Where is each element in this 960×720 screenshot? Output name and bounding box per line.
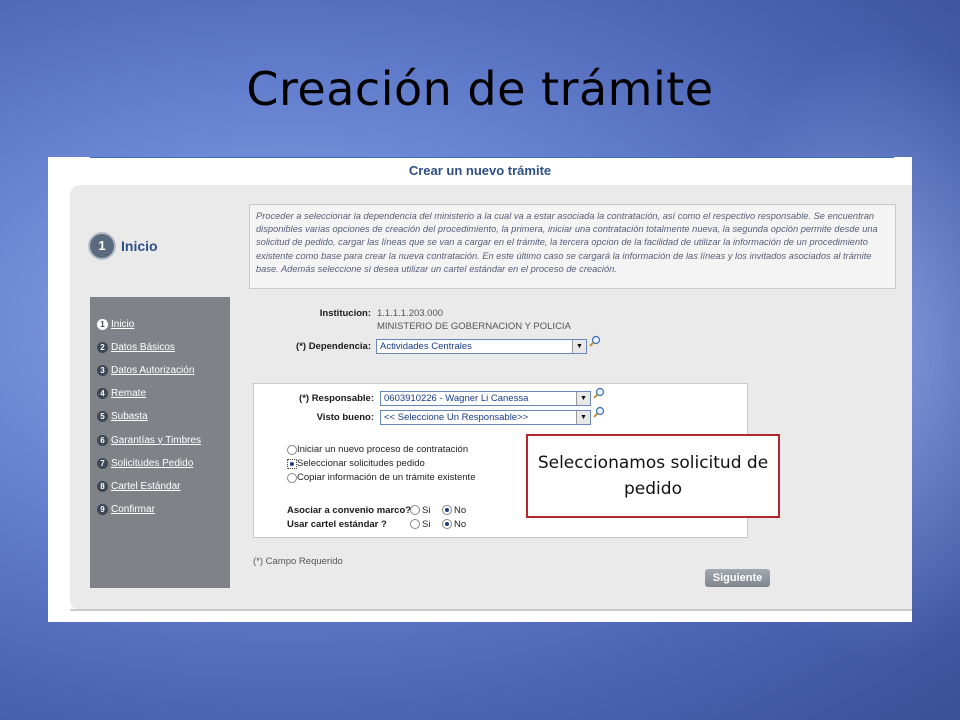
responsable-select[interactable]: 0603910226 - Wagner Li Canessa ▼ bbox=[380, 391, 591, 406]
sidebar-item-confirmar[interactable]: 9 Confirmar bbox=[97, 502, 155, 516]
sidebar-item-label[interactable]: Inicio bbox=[111, 319, 134, 330]
cartel-no-radio[interactable] bbox=[442, 519, 452, 529]
option-copiar-radio[interactable] bbox=[287, 473, 297, 483]
cartel-si-label: Si bbox=[422, 519, 431, 530]
page-heading: Crear un nuevo trámite bbox=[408, 163, 552, 178]
sidebar-item-label[interactable]: Remate bbox=[111, 388, 146, 399]
dropdown-arrow-icon[interactable]: ▼ bbox=[576, 411, 590, 424]
cartel-si-radio[interactable] bbox=[410, 519, 420, 529]
step-number-icon: 7 bbox=[97, 457, 108, 469]
dropdown-arrow-icon[interactable]: ▼ bbox=[572, 340, 586, 353]
instructions-box: Proceder a seleccionar la dependencia de… bbox=[249, 204, 896, 289]
visto-bueno-select[interactable]: << Seleccione Un Responsable>> ▼ bbox=[380, 410, 591, 425]
sidebar-item-solicitudes[interactable]: 7 Solicitudes Pedido bbox=[97, 456, 193, 470]
sidebar-item-datos-basicos[interactable]: 2 Datos Básicos bbox=[97, 340, 175, 354]
sidebar-item-cartel[interactable]: 8 Cartel Estándar bbox=[97, 479, 180, 493]
institucion-name: MINISTERIO DE GOBERNACION Y POLICIA bbox=[377, 321, 571, 332]
convenio-label: Asociar a convenio marco? bbox=[287, 505, 412, 516]
search-lookup-icon[interactable] bbox=[589, 335, 601, 347]
wizard-sidebar: 1 Inicio 2 Datos Básicos 3 Datos Autoriz… bbox=[90, 297, 230, 588]
responsable-label: (*) Responsable: bbox=[299, 393, 374, 404]
step-number-icon: 3 bbox=[97, 364, 108, 376]
responsable-value: 0603910226 - Wagner Li Canessa bbox=[384, 393, 529, 404]
required-note: (*) Campo Requerido bbox=[253, 556, 343, 567]
dependencia-label: (*) Dependencia: bbox=[296, 341, 371, 352]
sidebar-item-label[interactable]: Garantías y Timbres bbox=[111, 435, 201, 446]
top-border bbox=[90, 157, 894, 158]
institucion-label: Institucion: bbox=[319, 308, 371, 319]
option-nuevo-label: Iniciar un nuevo proceso de contratación bbox=[297, 444, 469, 455]
search-lookup-icon[interactable] bbox=[593, 406, 605, 418]
convenio-si-radio[interactable] bbox=[410, 505, 420, 515]
step-number-icon: 4 bbox=[97, 387, 108, 399]
sidebar-item-label[interactable]: Datos Básicos bbox=[111, 342, 175, 353]
dropdown-arrow-icon[interactable]: ▼ bbox=[576, 392, 590, 405]
step-number-icon: 5 bbox=[97, 410, 108, 422]
step-number-icon: 8 bbox=[97, 480, 108, 492]
annotation-callout: Seleccionamos solicitud de pedido bbox=[526, 434, 780, 518]
visto-bueno-value: << Seleccione Un Responsable>> bbox=[384, 412, 529, 423]
sidebar-item-label[interactable]: Cartel Estándar bbox=[111, 481, 180, 492]
dependencia-select[interactable]: Actividades Centrales ▼ bbox=[376, 339, 587, 354]
step-title: Inicio bbox=[121, 238, 158, 254]
convenio-si-label: Si bbox=[422, 505, 431, 516]
dependencia-value: Actividades Centrales bbox=[380, 341, 472, 352]
sidebar-item-label[interactable]: Solicitudes Pedido bbox=[111, 458, 193, 469]
option-copiar-label: Copiar información de un trámite existen… bbox=[297, 472, 476, 483]
visto-bueno-label: Visto bueno: bbox=[316, 412, 374, 423]
convenio-no-label: No bbox=[454, 505, 467, 516]
option-solicitudes-radio[interactable] bbox=[287, 459, 297, 469]
sidebar-item-label[interactable]: Datos Autorización bbox=[111, 365, 194, 376]
step-number-icon: 9 bbox=[97, 503, 108, 515]
siguiente-button[interactable]: Siguiente bbox=[705, 569, 770, 587]
step-number-badge: 1 bbox=[90, 234, 114, 258]
cartel-label: Usar cartel estándar ? bbox=[287, 519, 387, 530]
option-nuevo-radio[interactable] bbox=[287, 445, 297, 455]
step-number-icon: 6 bbox=[97, 434, 108, 446]
sidebar-item-inicio[interactable]: 1 Inicio bbox=[97, 317, 134, 331]
sidebar-item-datos-autorizacion[interactable]: 3 Datos Autorización bbox=[97, 363, 194, 377]
step-number-icon: 1 bbox=[97, 318, 108, 330]
sidebar-item-remate[interactable]: 4 Remate bbox=[97, 386, 146, 400]
panel-shadow bbox=[70, 609, 912, 611]
cartel-no-label: No bbox=[454, 519, 467, 530]
screenshot-frame: Crear un nuevo trámite 1 Inicio Proceder… bbox=[48, 157, 912, 622]
convenio-no-radio[interactable] bbox=[442, 505, 452, 515]
sidebar-item-subasta[interactable]: 5 Subasta bbox=[97, 409, 148, 423]
sidebar-item-label[interactable]: Confirmar bbox=[111, 504, 155, 515]
institucion-code: 1.1.1.1.203.000 bbox=[377, 308, 444, 319]
sidebar-item-garantias[interactable]: 6 Garantías y Timbres bbox=[97, 433, 201, 447]
sidebar-item-label[interactable]: Subasta bbox=[111, 411, 148, 422]
slide-title: Creación de trámite bbox=[246, 62, 714, 116]
option-solicitudes-label: Seleccionar solicitudes pedido bbox=[297, 458, 425, 469]
step-number-icon: 2 bbox=[97, 341, 108, 353]
search-lookup-icon[interactable] bbox=[593, 387, 605, 399]
